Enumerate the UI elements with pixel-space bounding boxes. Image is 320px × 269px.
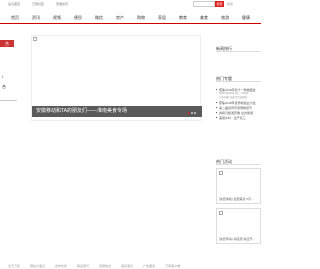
nav-item-video[interactable]: 视频 xyxy=(53,15,61,21)
bullet-icon xyxy=(216,89,217,90)
top-link[interactable]: 设为首页 xyxy=(8,2,20,6)
broken-image-icon xyxy=(219,211,223,215)
footer-link[interactable]: 网站大事记 xyxy=(30,264,45,268)
hero-slideshow[interactable]: 安徽移动和TA的朋友们——淮南美食专场 xyxy=(31,35,202,121)
footer-link[interactable]: 招聘信息 xyxy=(99,264,111,268)
nav-item-travel[interactable]: 旅游 xyxy=(221,15,229,21)
nav-item-food[interactable]: 美食 xyxy=(200,15,208,21)
footer-link[interactable]: 联系我们 xyxy=(77,264,89,268)
nav-item-education[interactable]: 教育 xyxy=(179,15,187,21)
hot-topics-title: 热门专题 xyxy=(216,75,261,82)
bullet-icon xyxy=(216,102,217,103)
slide-dots xyxy=(188,112,196,114)
footer-link[interactable]: 合作伙伴 xyxy=(55,264,67,268)
left-text: l xyxy=(2,74,3,79)
list-item[interactable]: 美丽乡村 · 生产双三 xyxy=(216,115,261,120)
bullet-icon xyxy=(216,117,217,118)
footer-link[interactable]: 万家客户端 xyxy=(165,264,180,268)
activity-caption[interactable]: [免费体验] 合肥美食 5月... xyxy=(219,197,254,201)
footer-link[interactable]: 联系我们 xyxy=(121,264,133,268)
nav-item-home-decor[interactable]: 家居 xyxy=(158,15,166,21)
slide-dot[interactable] xyxy=(194,112,196,114)
footer-link[interactable]: 关于万家 xyxy=(8,264,20,268)
bullet-icon xyxy=(216,107,217,108)
news-rank-title: 新闻排行 xyxy=(216,45,261,52)
nav-item-services[interactable]: 便民 xyxy=(74,15,82,21)
left-red-tag[interactable]: 合 xyxy=(0,40,14,47)
top-utility-bar: 设为首页 万家社区 安徽资讯 搜索 搜索 xyxy=(0,0,261,8)
search-input[interactable] xyxy=(193,1,215,7)
list-item[interactable]: 聚焦2018年世界制造业大会 xyxy=(216,100,261,105)
hero-caption[interactable]: 安徽移动和TA的朋友们——淮南美食专场 xyxy=(32,106,202,117)
topic-label[interactable]: 美丽乡村 · 生产双三 xyxy=(219,116,246,120)
nav-item-health[interactable]: 健康 xyxy=(242,15,250,21)
main-nav: 首页 资讯 视频 便民 微信 房产 购物 家居 教育 美食 旅游 健康 xyxy=(0,13,261,24)
search-hint[interactable]: 搜索 xyxy=(227,2,233,6)
topic-label[interactable]: 第二届世界声音博物馆节 xyxy=(219,106,252,110)
top-links: 设为首页 万家社区 安徽资讯 xyxy=(8,2,68,6)
footer-links-bar: 关于万家 网站大事记 合作伙伴 联系我们 招聘信息 联系我们 广告服务 万家客户… xyxy=(0,263,261,269)
topic-label[interactable]: 聚焦2018年双十一购物盛会 xyxy=(219,88,256,92)
nav-item-wechat[interactable]: 微信 xyxy=(95,15,103,21)
left-text: 合 xyxy=(2,84,6,89)
nav-underline xyxy=(0,23,261,24)
left-panel: 合 l 合 xyxy=(0,36,17,96)
nav-item-property[interactable]: 房产 xyxy=(116,15,124,21)
nav-item-shopping[interactable]: 购物 xyxy=(137,15,145,21)
nav-item-home[interactable]: 首页 xyxy=(11,15,19,21)
activity-card[interactable]: [免费申请] 海底捞 新店开... xyxy=(216,208,261,244)
top-link[interactable]: 万家社区 xyxy=(32,2,44,6)
top-link[interactable]: 安徽资讯 xyxy=(56,2,68,6)
topic-label[interactable]: 春和日暖游安徽·全省旅游 xyxy=(219,111,253,115)
topic-label[interactable]: 聚焦2018年世界制造业大会 xyxy=(219,101,256,105)
activity-card[interactable]: [免费体验] 合肥美食 5月... xyxy=(216,168,261,204)
bullet-icon xyxy=(216,112,217,113)
broken-image-icon xyxy=(33,37,37,41)
slide-dot[interactable] xyxy=(188,112,190,114)
left-divider xyxy=(0,100,17,101)
broken-image-icon xyxy=(219,171,223,175)
search-button[interactable]: 搜索 xyxy=(215,1,224,7)
activity-caption[interactable]: [免费申请] 海底捞 新店开... xyxy=(219,237,255,241)
nav-item-news[interactable]: 资讯 xyxy=(32,15,40,21)
slide-dot[interactable] xyxy=(191,112,193,114)
footer-link[interactable]: 广告服务 xyxy=(143,264,155,268)
hot-topics-list: 聚焦2018年双十一购物盛会 5月26日至6月1日，10万件... 汽车居家·品… xyxy=(216,87,261,120)
hot-activities-title: 热门活动 xyxy=(216,158,261,165)
